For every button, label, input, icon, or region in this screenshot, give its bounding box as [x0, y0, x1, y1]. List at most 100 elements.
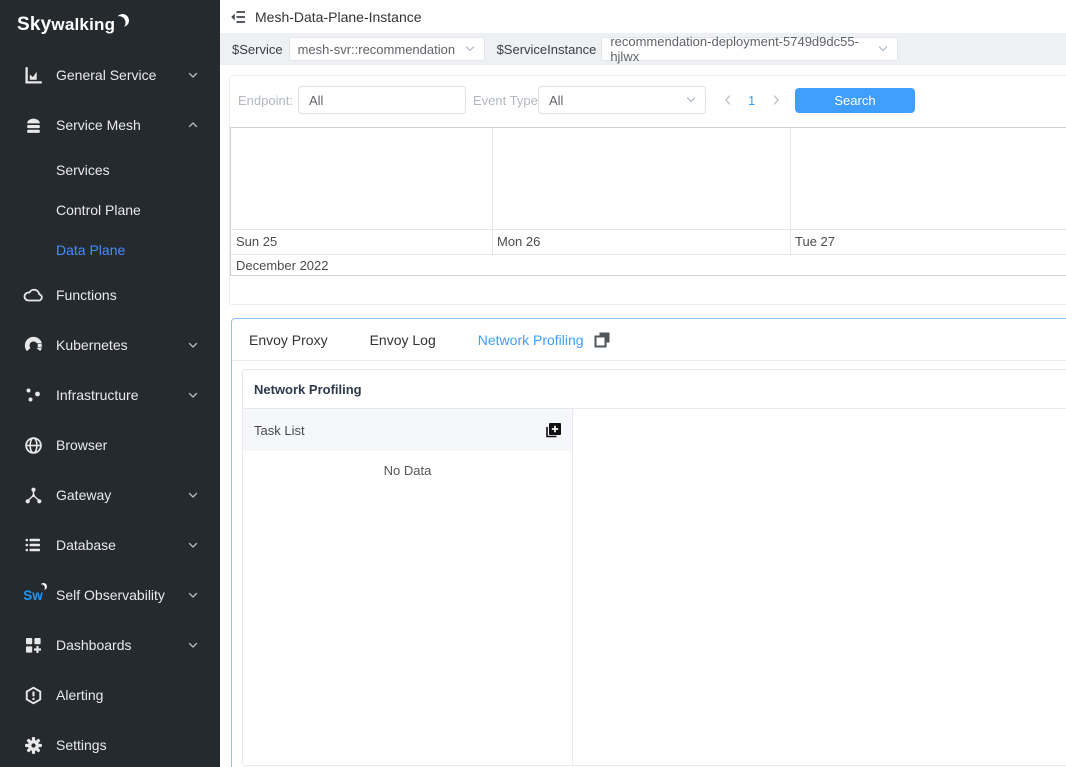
- sidebar-item-label: Database: [56, 537, 116, 553]
- sidebar-subitem-label: Data Plane: [56, 242, 125, 258]
- instance-tabs-panel: Envoy Proxy Envoy Log Network Profiling …: [231, 318, 1066, 767]
- no-data-message: No Data: [243, 463, 572, 478]
- sidebar-item-alerting[interactable]: Alerting: [0, 670, 220, 720]
- timeline-month-label: December 2022: [236, 258, 329, 273]
- sidebar-item-label: Service Mesh: [56, 117, 141, 133]
- sidebar-item-functions[interactable]: Functions: [0, 270, 220, 320]
- sidebar-item-database[interactable]: Database: [0, 520, 220, 570]
- timeline-divider: [231, 254, 1066, 255]
- network-nodes-icon: [23, 485, 43, 505]
- task-list-header: Task List: [243, 409, 572, 451]
- service-instance-select[interactable]: recommendation-deployment-5749d9dc55-hjl…: [601, 37, 898, 61]
- dashboard-grid-icon: [23, 635, 43, 655]
- tab-envoy-proxy[interactable]: Envoy Proxy: [249, 332, 328, 348]
- next-page-icon[interactable]: [769, 92, 783, 108]
- endpoint-input[interactable]: [298, 86, 466, 114]
- widget-title: Network Profiling: [243, 370, 1066, 409]
- gear-icon: [23, 735, 43, 755]
- prev-page-icon[interactable]: [721, 92, 735, 108]
- service-instance-select-value: recommendation-deployment-5749d9dc55-hjl…: [610, 34, 877, 64]
- service-variable-label: $Service: [232, 42, 283, 57]
- cloud-icon: [23, 285, 43, 305]
- chevron-down-icon: [685, 94, 697, 106]
- chart-icon: [23, 65, 43, 85]
- sidebar-item-general-service[interactable]: General Service: [0, 50, 220, 100]
- sidebar-subitem-label: Services: [56, 162, 110, 178]
- chevron-up-icon: [187, 119, 199, 131]
- app-window: Skywalking General Service Service Mesh …: [0, 0, 1066, 767]
- logo-text-sky: Sky: [17, 14, 51, 36]
- sidebar-item-label: Settings: [56, 737, 107, 753]
- task-list-column: Task List No Data: [243, 409, 573, 765]
- page-number[interactable]: 1: [748, 93, 755, 108]
- kubernetes-icon: [23, 335, 43, 355]
- sidebar-item-label: Dashboards: [56, 637, 132, 653]
- sidebar-item-label: Self Observability: [56, 587, 165, 603]
- chevron-down-icon: [187, 339, 199, 351]
- globe-icon: [23, 435, 43, 455]
- event-type-select-value: All: [549, 93, 563, 108]
- endpoint-filter-label: Endpoint:: [238, 93, 293, 108]
- moon-swoosh-icon: [114, 12, 130, 28]
- tab-envoy-log[interactable]: Envoy Log: [370, 332, 436, 348]
- chevron-down-icon: [187, 539, 199, 551]
- timeline-gridline: [790, 128, 791, 254]
- tab-network-profiling[interactable]: Network Profiling: [478, 332, 584, 348]
- timeline-day-label: Mon 26: [497, 234, 540, 249]
- mesh-layers-icon: [23, 115, 43, 135]
- instance-variable-label: $ServiceInstance: [497, 42, 597, 57]
- sidebar-item-services[interactable]: Services: [0, 150, 220, 190]
- alert-hexagon-icon: [23, 685, 43, 705]
- sidebar-item-label: Browser: [56, 437, 107, 453]
- chevron-down-icon: [464, 43, 476, 55]
- sidebar-item-label: Infrastructure: [56, 387, 138, 403]
- chevron-down-icon: [187, 639, 199, 651]
- dots-cluster-icon: [23, 385, 43, 405]
- sidebar-item-dashboards[interactable]: Dashboards: [0, 620, 220, 670]
- sidebar-item-service-mesh[interactable]: Service Mesh: [0, 100, 220, 150]
- search-button[interactable]: Search: [795, 88, 915, 113]
- page-title: Mesh-Data-Plane-Instance: [255, 9, 422, 25]
- menu-fold-icon[interactable]: [230, 9, 246, 25]
- sidebar-item-label: Alerting: [56, 687, 103, 703]
- sidebar-subitem-label: Control Plane: [56, 202, 141, 218]
- tabs-row: Envoy Proxy Envoy Log Network Profiling: [232, 319, 1066, 361]
- timeline-day-label: Sun 25: [236, 234, 277, 249]
- chevron-down-icon: [187, 69, 199, 81]
- sidebar-item-control-plane[interactable]: Control Plane: [0, 190, 220, 230]
- chevron-down-icon: [187, 589, 199, 601]
- sidebar-item-self-observability[interactable]: Sw Self Observability: [0, 570, 220, 620]
- timeline-divider: [231, 229, 1066, 230]
- chevron-down-icon: [877, 43, 889, 55]
- event-type-filter-label: Event Type:: [473, 93, 541, 108]
- page-header: Mesh-Data-Plane-Instance: [220, 0, 1066, 33]
- sidebar-item-label: Functions: [56, 287, 117, 303]
- task-list-title: Task List: [254, 423, 305, 438]
- events-timeline[interactable]: Sun 25 Mon 26 Tue 27 December 2022: [230, 127, 1066, 276]
- network-profiling-widget: Network Profiling Task List No Data: [242, 369, 1066, 766]
- sidebar-item-settings[interactable]: Settings: [0, 720, 220, 767]
- service-select-value: mesh-svr::recommendation: [298, 42, 456, 57]
- sidebar-item-infrastructure[interactable]: Infrastructure: [0, 370, 220, 420]
- timeline-day-label: Tue 27: [795, 234, 835, 249]
- timeline-gridline: [492, 128, 493, 254]
- event-type-select[interactable]: All: [538, 86, 706, 114]
- logo-text-walking: walking: [51, 15, 115, 35]
- service-select[interactable]: mesh-svr::recommendation: [289, 37, 485, 61]
- sidebar-item-kubernetes[interactable]: Kubernetes: [0, 320, 220, 370]
- list-icon: [23, 535, 43, 555]
- skywalking-logo[interactable]: Skywalking: [0, 0, 220, 50]
- sidebar-item-browser[interactable]: Browser: [0, 420, 220, 470]
- sidebar-item-data-plane[interactable]: Data Plane: [0, 230, 220, 270]
- add-task-icon[interactable]: [544, 421, 562, 439]
- variables-toolbar: $Service mesh-svr::recommendation $Servi…: [220, 33, 1066, 65]
- sidebar-item-label: General Service: [56, 67, 156, 83]
- chevron-down-icon: [187, 389, 199, 401]
- chevron-down-icon: [187, 489, 199, 501]
- sidebar-item-gateway[interactable]: Gateway: [0, 470, 220, 520]
- sidebar: Skywalking General Service Service Mesh …: [0, 0, 220, 767]
- sidebar-item-label: Gateway: [56, 487, 111, 503]
- copy-icon[interactable]: [594, 331, 611, 348]
- sidebar-item-label: Kubernetes: [56, 337, 128, 353]
- skywalking-sw-icon: Sw: [23, 585, 43, 605]
